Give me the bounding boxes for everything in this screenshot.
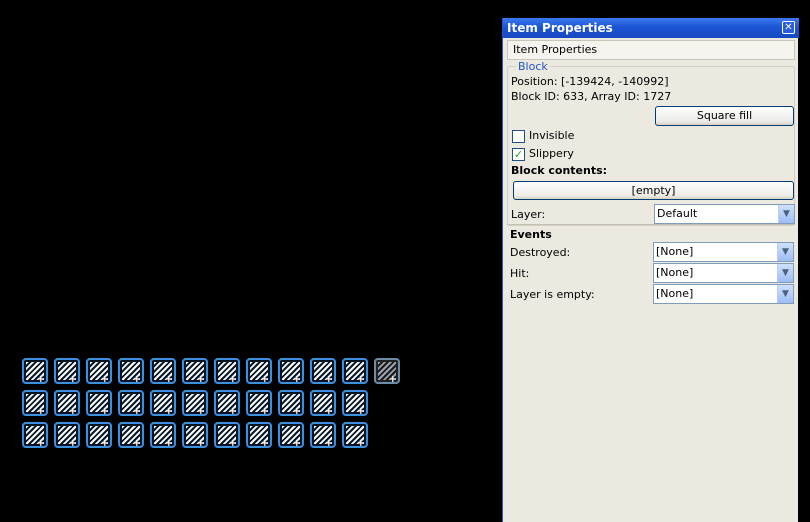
events-heading: Events xyxy=(510,228,552,241)
invisible-label: Invisible xyxy=(529,129,575,142)
layer-empty-label: Layer is empty: xyxy=(510,288,595,301)
block-tile[interactable] xyxy=(214,390,240,416)
panel-titlebar[interactable]: Item Properties ✕ xyxy=(503,18,799,38)
block-tile[interactable] xyxy=(246,390,272,416)
block-tile[interactable] xyxy=(22,390,48,416)
chevron-down-icon[interactable]: ▼ xyxy=(777,243,793,261)
block-tile[interactable] xyxy=(118,390,144,416)
layer-empty-event-value: [None] xyxy=(656,287,694,300)
chevron-down-icon[interactable]: ▼ xyxy=(777,264,793,282)
block-tile[interactable] xyxy=(214,422,240,448)
block-tile[interactable] xyxy=(278,390,304,416)
block-tile[interactable] xyxy=(150,358,176,384)
block-contents-label: Block contents: xyxy=(511,164,608,177)
block-tile[interactable] xyxy=(54,358,80,384)
panel-header: Item Properties xyxy=(507,40,795,60)
block-tile[interactable] xyxy=(342,422,368,448)
block-tile[interactable] xyxy=(182,390,208,416)
block-tile[interactable] xyxy=(22,422,48,448)
block-contents-button[interactable]: [empty] xyxy=(513,181,794,200)
block-tile[interactable] xyxy=(246,422,272,448)
block-tile[interactable] xyxy=(150,390,176,416)
destroyed-event-select[interactable]: [None] ▼ xyxy=(653,242,794,262)
destroyed-label: Destroyed: xyxy=(510,246,571,259)
section-divider xyxy=(507,224,795,225)
hit-label: Hit: xyxy=(510,267,530,280)
layer-select-value: Default xyxy=(657,207,698,220)
block-tile[interactable] xyxy=(214,358,240,384)
square-fill-button[interactable]: Square fill xyxy=(655,106,794,126)
block-tile[interactable] xyxy=(182,358,208,384)
block-tile[interactable] xyxy=(118,358,144,384)
layer-select[interactable]: Default ▼ xyxy=(654,204,795,224)
layer-label: Layer: xyxy=(511,208,546,221)
slippery-checkbox[interactable]: ✓ xyxy=(512,148,525,161)
block-tile[interactable] xyxy=(54,390,80,416)
invisible-checkbox[interactable] xyxy=(512,130,525,143)
chevron-down-icon[interactable]: ▼ xyxy=(777,285,793,303)
panel-title: Item Properties xyxy=(507,21,613,35)
block-tile[interactable] xyxy=(182,422,208,448)
layer-empty-event-select[interactable]: [None] ▼ xyxy=(653,284,794,304)
block-group: Block Position: [-139424, -140992] Block… xyxy=(507,60,795,226)
block-tile[interactable] xyxy=(246,358,272,384)
destroyed-event-value: [None] xyxy=(656,245,694,258)
slippery-label: Slippery xyxy=(529,147,574,160)
block-tile[interactable] xyxy=(310,358,336,384)
block-tile[interactable] xyxy=(86,422,112,448)
block-tile[interactable] xyxy=(118,422,144,448)
block-tile[interactable] xyxy=(310,390,336,416)
block-tile[interactable] xyxy=(54,422,80,448)
block-tile[interactable] xyxy=(278,358,304,384)
block-tile[interactable] xyxy=(310,422,336,448)
block-tile[interactable] xyxy=(86,358,112,384)
block-position: Position: [-139424, -140992] xyxy=(511,75,669,88)
item-properties-panel: Item Properties ✕ Item Properties Block … xyxy=(502,18,799,522)
block-tile[interactable] xyxy=(342,390,368,416)
block-tile[interactable] xyxy=(374,358,400,384)
chevron-down-icon[interactable]: ▼ xyxy=(778,205,794,223)
block-tile[interactable] xyxy=(342,358,368,384)
close-icon[interactable]: ✕ xyxy=(782,21,795,34)
block-tile[interactable] xyxy=(22,358,48,384)
block-ids: Block ID: 633, Array ID: 1727 xyxy=(511,90,672,103)
block-tile[interactable] xyxy=(86,390,112,416)
hit-event-value: [None] xyxy=(656,266,694,279)
hit-event-select[interactable]: [None] ▼ xyxy=(653,263,794,283)
block-group-legend: Block xyxy=(516,60,550,73)
block-tile[interactable] xyxy=(278,422,304,448)
block-tile[interactable] xyxy=(150,422,176,448)
level-canvas[interactable] xyxy=(0,0,502,522)
